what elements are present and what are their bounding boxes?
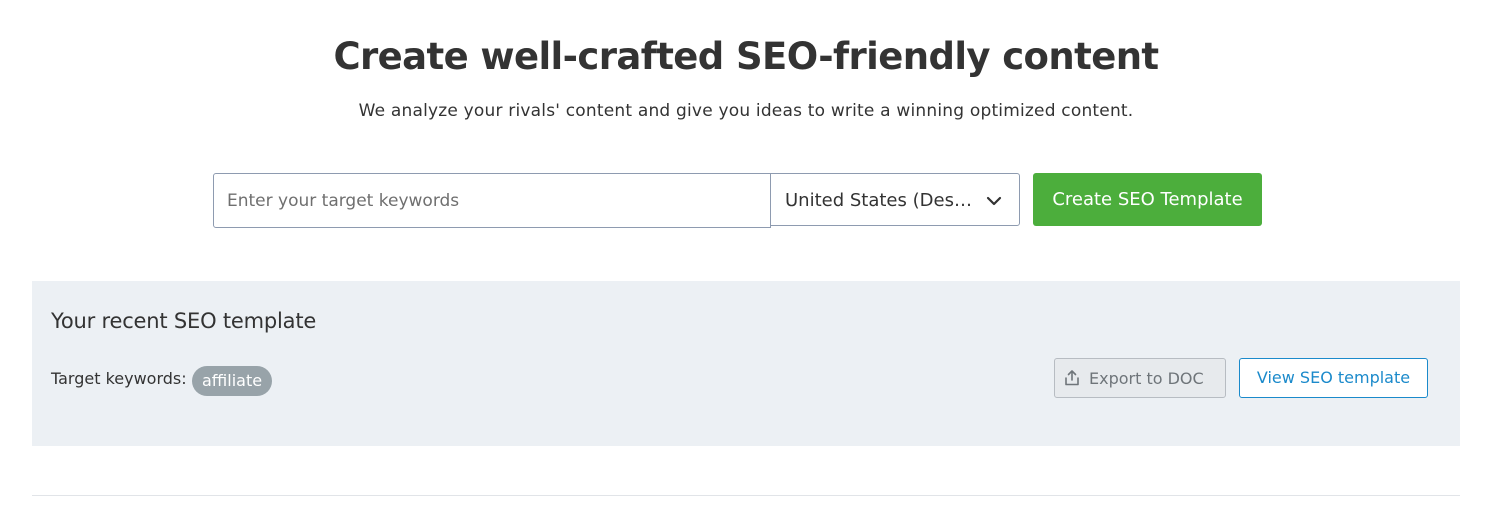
page-title: Create well-crafted SEO-friendly content [333,35,1159,78]
upload-icon [1065,370,1079,386]
chevron-down-icon [986,196,1002,206]
database-select[interactable]: United States (Desktop) [770,173,1020,226]
keyword-tag: affiliate [192,366,273,396]
view-seo-template-button[interactable]: View SEO template [1239,358,1428,398]
recent-template-panel: Your recent SEO template Target keywords… [32,281,1460,446]
page-subtitle: We analyze your rivals' content and give… [358,101,1134,121]
recent-template-title: Your recent SEO template [51,309,317,333]
database-select-value: United States (Desktop) [785,190,975,211]
export-to-doc-label: Export to DOC [1089,369,1204,388]
export-to-doc-button[interactable]: Export to DOC [1054,358,1226,398]
divider [32,495,1460,496]
target-keywords-label: Target keywords: [51,369,187,388]
keyword-input[interactable] [213,173,771,228]
create-seo-template-button[interactable]: Create SEO Template [1033,173,1262,226]
